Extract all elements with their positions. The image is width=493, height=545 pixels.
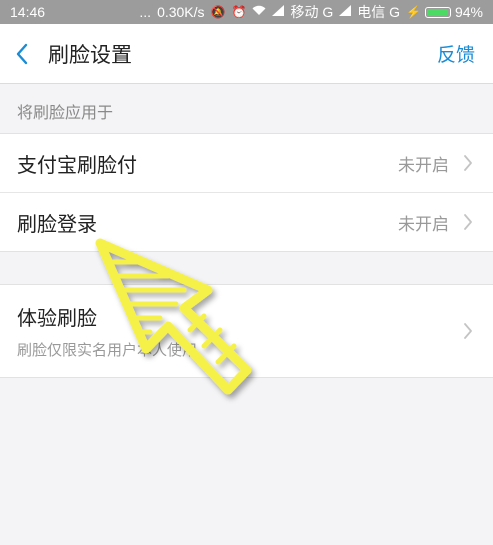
signal-icon-2	[339, 5, 352, 19]
battery-percent: 94%	[454, 4, 483, 20]
item-status: 未开启	[398, 214, 449, 235]
chevron-right-icon	[464, 323, 472, 339]
apply-group: 支付宝刷脸付 未开启 刷脸登录 未开启	[0, 133, 493, 252]
mute-icon: 🔕	[210, 5, 226, 19]
back-button[interactable]	[2, 24, 42, 84]
chevron-right-icon	[464, 155, 472, 171]
chevron-right-icon	[464, 214, 472, 230]
item-label: 刷脸登录	[17, 211, 97, 236]
list-item-alipay-face-pay[interactable]: 支付宝刷脸付 未开启	[0, 134, 493, 192]
status-dots: ...	[139, 4, 152, 20]
section-label: 将刷脸应用于	[17, 103, 114, 122]
network-speed: 0.30K/s	[157, 4, 205, 20]
header: 刷脸设置 反馈	[0, 24, 493, 84]
list-item-face-login[interactable]: 刷脸登录 未开启	[0, 192, 493, 251]
wifi-icon	[252, 5, 266, 19]
alarm-icon: ⏰	[231, 5, 247, 19]
experience-subtitle: 刷脸仅限实名用户本人使用	[17, 341, 198, 359]
list-item-experience-face[interactable]: 体验刷脸 刷脸仅限实名用户本人使用	[0, 285, 493, 377]
battery: ⚡ 94%	[406, 4, 483, 20]
experience-group: 体验刷脸 刷脸仅限实名用户本人使用	[0, 284, 493, 378]
status-time: 14:46	[10, 4, 46, 20]
battery-icon	[424, 6, 451, 18]
item-label: 支付宝刷脸付	[17, 152, 137, 177]
chevron-left-icon	[16, 43, 28, 64]
status-bar: 14:46 ... 0.30K/s 🔕 ⏰ 移动 G 电信 G ⚡ 94%	[0, 0, 493, 24]
item-status: 未开启	[398, 155, 449, 176]
signal-icon-1	[272, 5, 285, 19]
experience-text: 体验刷脸 刷脸仅限实名用户本人使用	[17, 302, 197, 360]
carrier-1: 移动 G	[290, 4, 334, 20]
feedback-button[interactable]: 反馈	[437, 40, 475, 67]
charging-icon: ⚡	[406, 5, 421, 19]
page-title: 刷脸设置	[48, 42, 132, 67]
experience-label: 体验刷脸	[17, 306, 97, 330]
status-right: ... 0.30K/s 🔕 ⏰ 移动 G 电信 G ⚡ 94%	[139, 2, 483, 22]
carrier-2: 电信 G	[357, 4, 401, 20]
